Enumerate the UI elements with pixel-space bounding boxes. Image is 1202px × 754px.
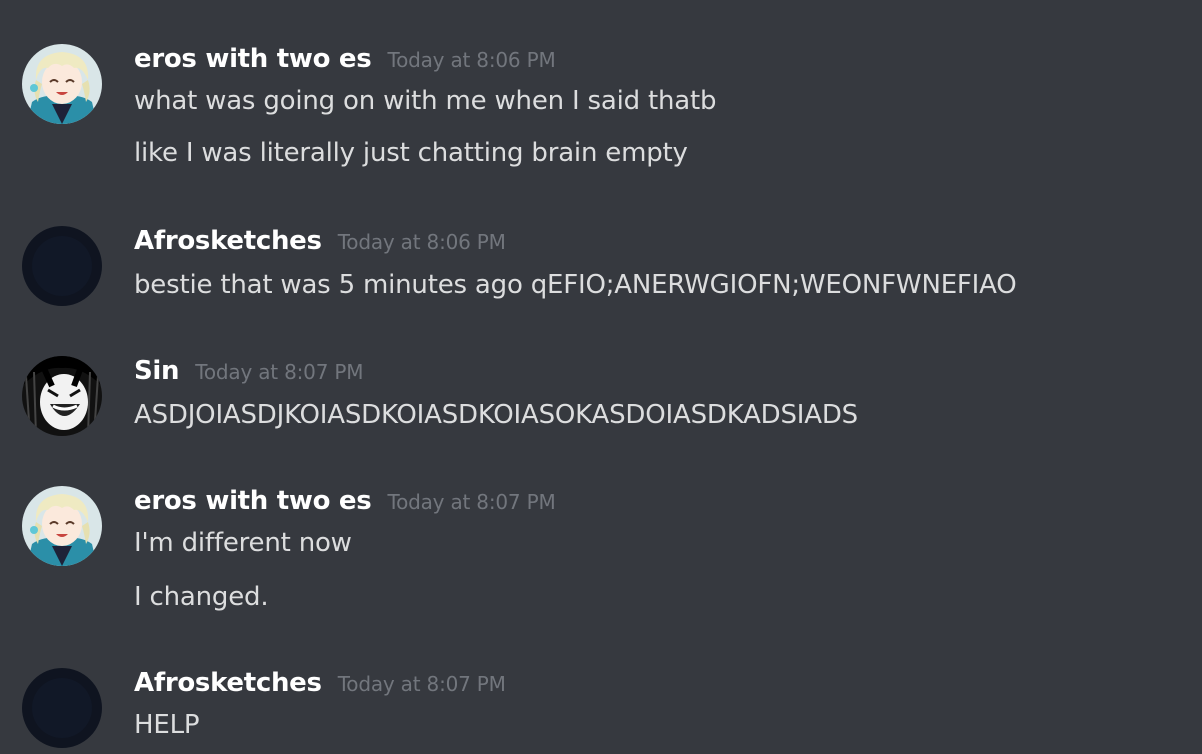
username[interactable]: Afrosketches (134, 668, 322, 698)
message-text: I changed. (134, 582, 269, 612)
message-text: bestie that was 5 minutes ago qEFIO;ANER… (134, 270, 1017, 300)
dark-avatar-icon (22, 668, 102, 748)
username[interactable]: Afrosketches (134, 226, 322, 256)
anime-avatar-icon (22, 486, 102, 566)
laughing-face-avatar-icon (22, 356, 102, 436)
message-text: what was going on with me when I said th… (134, 86, 717, 116)
timestamp[interactable]: Today at 8:07 PM (387, 490, 555, 514)
username[interactable]: Sin (134, 356, 180, 386)
chat-messages[interactable]: eros with two es Today at 8:06 PM what w… (0, 0, 1202, 754)
avatar[interactable] (22, 668, 102, 748)
message-text: I'm different now (134, 528, 352, 558)
message-header: eros with two es Today at 8:07 PM (134, 486, 556, 520)
timestamp[interactable]: Today at 8:06 PM (338, 230, 506, 254)
message-header: Sin Today at 8:07 PM (134, 356, 363, 390)
message-text: HELP (134, 710, 200, 740)
message-header: Afrosketches Today at 8:06 PM (134, 226, 506, 260)
avatar[interactable] (22, 226, 102, 306)
message-text: like I was literally just chatting brain… (134, 138, 688, 168)
avatar[interactable] (22, 486, 102, 566)
avatar[interactable] (22, 356, 102, 436)
timestamp[interactable]: Today at 8:07 PM (195, 360, 363, 384)
timestamp[interactable]: Today at 8:06 PM (387, 48, 555, 72)
anime-avatar-icon (22, 44, 102, 124)
avatar[interactable] (22, 44, 102, 124)
timestamp[interactable]: Today at 8:07 PM (338, 672, 506, 696)
message-header: eros with two es Today at 8:06 PM (134, 44, 556, 78)
message-text: ASDJOIASDJKOIASDKOIASDKOIASOKASDOIASDKAD… (134, 400, 858, 430)
username[interactable]: eros with two es (134, 44, 372, 74)
dark-avatar-icon (22, 226, 102, 306)
message-header: Afrosketches Today at 8:07 PM (134, 668, 506, 702)
username[interactable]: eros with two es (134, 486, 372, 516)
